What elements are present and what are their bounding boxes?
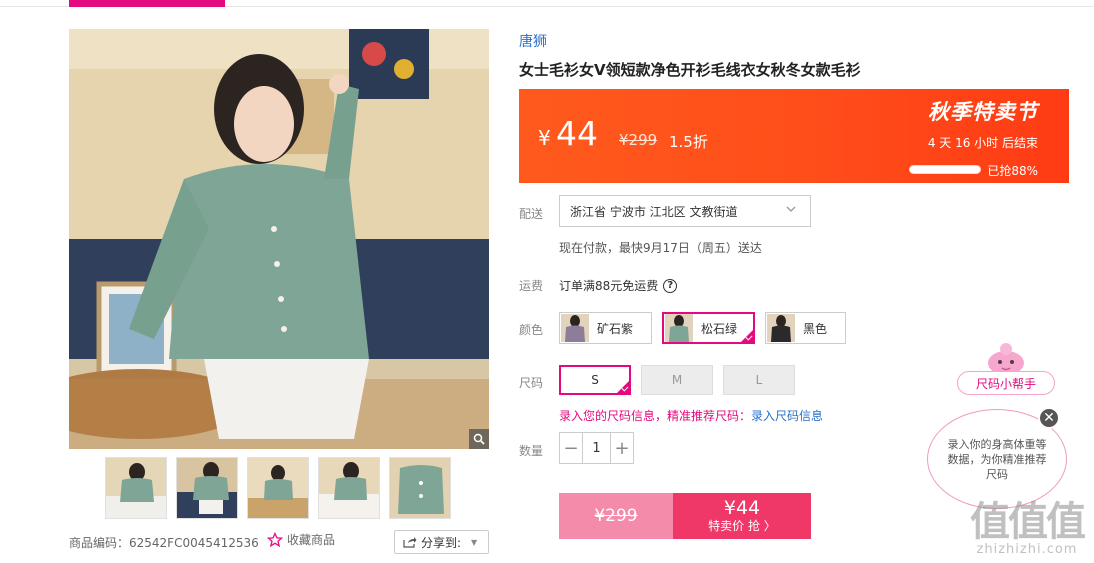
countdown-timer: 4 天 16 小时 后结束 <box>927 136 1038 150</box>
color-option-label: 松石绿 <box>701 321 738 336</box>
watermark: 值值值 zhizhizhi.com <box>970 499 1086 557</box>
size-option-s[interactable]: S <box>559 365 631 395</box>
close-icon[interactable]: ✕ <box>1038 407 1060 429</box>
buy-original-price: ¥299 <box>559 493 673 539</box>
buy-action-label: 特卖价 抢 〉 <box>708 519 776 533</box>
freight-label: 运费 <box>519 279 544 293</box>
watermark-logo: 值值值 <box>970 499 1086 545</box>
thumbnail-2[interactable] <box>176 457 238 519</box>
active-tab-indicator <box>69 0 225 7</box>
main-product-image[interactable] <box>69 29 489 449</box>
freight-text: 订单满88元免运费 <box>559 279 659 293</box>
size-helper-body: 录入你的身高体重等数据，为你精准推荐尺码 <box>947 437 1047 481</box>
original-price: ¥299 <box>619 131 658 149</box>
size-option-label: S <box>591 373 599 387</box>
price-currency: ¥ <box>538 126 551 150</box>
mascot-icon <box>988 343 1024 375</box>
quantity-minus-button[interactable]: − <box>560 433 582 463</box>
color-option-label: 矿石紫 <box>597 321 634 336</box>
size-label: 尺码 <box>519 376 544 390</box>
share-dropdown[interactable]: 分享到: ▼ <box>394 530 489 554</box>
star-icon <box>267 531 283 547</box>
size-helper-title[interactable]: 尺码小帮手 <box>957 371 1055 395</box>
color-option-2[interactable]: 松石绿 <box>662 312 755 344</box>
check-icon <box>740 329 754 343</box>
size-option-label: M <box>671 373 683 387</box>
size-hint-text: 录入您的尺码信息，精准推荐尺码： <box>559 409 752 423</box>
size-option-label: L <box>755 373 763 387</box>
delivery-estimate: 现在付款，最快9月17日（周五）送达 <box>559 241 762 255</box>
share-label: 分享到: <box>421 535 462 550</box>
color-option-3[interactable]: 黑色 <box>765 312 846 344</box>
discount-rate: 1.5折 <box>669 133 708 151</box>
price-amount: 44 <box>556 114 598 153</box>
freight-info: 订单满88元免运费 ? <box>559 277 678 294</box>
quantity-stepper: − 1 + <box>559 432 634 464</box>
caret-down-icon: ▼ <box>471 537 478 547</box>
grabbed-progress-bar <box>909 165 981 174</box>
product-title: 女士毛衫女V领短款净色开衫毛线衣女秋冬女款毛衫 <box>519 61 861 79</box>
shipping-label: 配送 <box>519 207 544 221</box>
price-banner: ¥ 44 ¥299 1.5折 秋季特卖节 4 天 16 小时 后结束 已抢88% <box>519 89 1069 183</box>
promo-event-title: 秋季特卖节 <box>928 100 1038 124</box>
watermark-url: zhizhizhi.com <box>976 542 1078 557</box>
quantity-label: 数量 <box>519 444 544 458</box>
quantity-plus-button[interactable]: + <box>611 433 633 463</box>
brand-link[interactable]: 唐狮 <box>519 31 547 51</box>
thumbnail-5[interactable] <box>389 457 451 519</box>
product-code: 商品编码：62542FC0045412536 <box>69 536 259 550</box>
buy-price: ¥44 <box>723 497 761 519</box>
thumbnail-strip <box>105 457 451 519</box>
thumbnail-1[interactable] <box>105 457 167 519</box>
buy-area: ¥299 ¥44 特卖价 抢 〉 <box>559 493 811 539</box>
buy-now-button[interactable]: ¥44 特卖价 抢 〉 <box>673 493 811 539</box>
shipping-address-value: 浙江省 宁波市 江北区 文教街道 <box>570 204 738 219</box>
color-option-label: 黑色 <box>803 321 828 336</box>
color-label: 颜色 <box>519 323 544 337</box>
size-hint: 录入您的尺码信息，精准推荐尺码：录入尺码信息 <box>559 407 823 424</box>
favorite-button[interactable]: 收藏商品 <box>267 531 335 548</box>
thumbnail-4[interactable] <box>318 457 380 519</box>
thumbnail-3[interactable] <box>247 457 309 519</box>
shipping-address-select[interactable]: 浙江省 宁波市 江北区 文教街道 <box>559 195 811 227</box>
share-icon <box>403 537 417 548</box>
zoom-icon[interactable] <box>469 429 489 449</box>
size-option-m[interactable]: M <box>641 365 713 395</box>
chevron-down-icon <box>786 204 796 217</box>
size-entry-link[interactable]: 录入尺码信息 <box>751 409 823 423</box>
quantity-input[interactable]: 1 <box>582 433 611 463</box>
help-icon[interactable]: ? <box>663 278 678 293</box>
color-option-1[interactable]: 矿石紫 <box>559 312 652 344</box>
check-icon <box>616 380 630 394</box>
favorite-label: 收藏商品 <box>287 533 336 547</box>
size-option-l[interactable]: L <box>723 365 795 395</box>
grabbed-percent: 已抢88% <box>987 164 1038 178</box>
